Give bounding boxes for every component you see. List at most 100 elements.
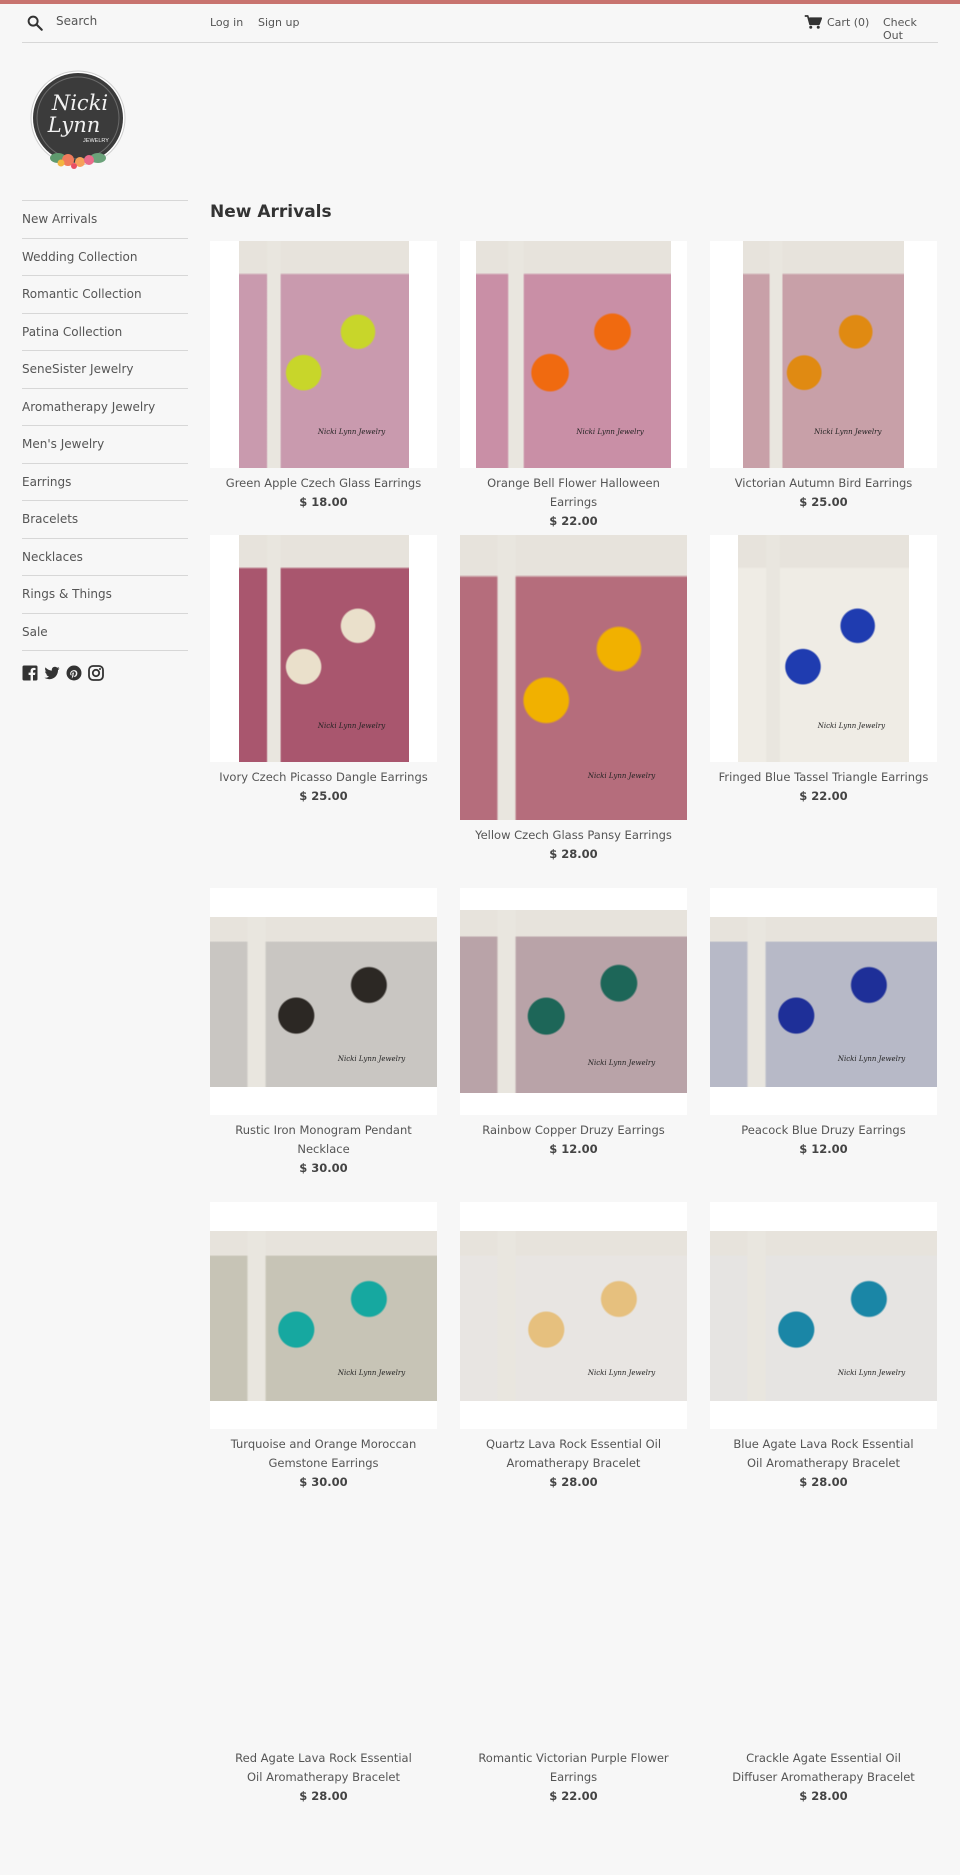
product-image[interactable]: [210, 1516, 437, 1743]
product-title[interactable]: Orange Bell Flower Halloween Earrings: [460, 474, 687, 512]
product-watermark: Nicki Lynn Jewelry: [317, 722, 386, 731]
product-image[interactable]: Nicki Lynn Jewelry: [210, 888, 437, 1115]
product-watermark: Nicki Lynn Jewelry: [337, 1055, 406, 1064]
product-price: $ 22.00: [549, 514, 598, 528]
product-image[interactable]: Nicki Lynn Jewelry: [210, 241, 437, 468]
product-watermark: Nicki Lynn Jewelry: [837, 1055, 906, 1064]
logo-text-3: JEWELRY: [83, 138, 109, 144]
product-price: $ 30.00: [299, 1475, 348, 1489]
signup-link[interactable]: Sign up: [258, 16, 299, 29]
product-title[interactable]: Green Apple Czech Glass Earrings: [210, 474, 437, 493]
store-logo[interactable]: Nicki Lynn JEWELRY: [28, 70, 128, 172]
product-image[interactable]: Nicki Lynn Jewelry: [460, 888, 687, 1115]
product-card[interactable]: Nicki Lynn Jewelry Quartz Lava Rock Essen…: [460, 1202, 687, 1492]
product-title[interactable]: Quartz Lava Rock Essential Oil Aromather…: [460, 1435, 687, 1473]
login-link[interactable]: Log in: [210, 16, 243, 29]
product-photo: Nicki Lynn Jewelry: [210, 1231, 437, 1401]
product-image[interactable]: [710, 1516, 937, 1743]
product-card[interactable]: Nicki Lynn Jewelry Peacock Blue Druzy Ear…: [710, 888, 937, 1159]
product-card[interactable]: Nicki Lynn Jewelry Turquoise and Orange M…: [210, 1202, 437, 1492]
pinterest-icon[interactable]: [66, 665, 82, 681]
product-watermark: Nicki Lynn Jewelry: [587, 772, 656, 781]
twitter-icon[interactable]: [44, 665, 60, 681]
product-price: $ 12.00: [549, 1142, 598, 1156]
product-title[interactable]: Romantic Victorian Purple Flower Earring…: [460, 1749, 687, 1787]
product-photo: Nicki Lynn Jewelry: [460, 1231, 687, 1401]
facebook-icon[interactable]: [22, 665, 38, 681]
product-title[interactable]: Fringed Blue Tassel Triangle Earrings: [710, 768, 937, 787]
product-card[interactable]: Nicki Lynn Jewelry Ivory Czech Picasso Da…: [210, 535, 437, 806]
product-watermark: Nicki Lynn Jewelry: [337, 1369, 406, 1378]
nav-item-sale[interactable]: Sale: [22, 614, 188, 651]
product-card[interactable]: Romantic Victorian Purple Flower Earring…: [460, 1516, 687, 1806]
product-photo: Nicki Lynn Jewelry: [476, 241, 671, 468]
product-photo: Nicki Lynn Jewelry: [460, 910, 687, 1093]
product-title[interactable]: Peacock Blue Druzy Earrings: [710, 1121, 937, 1140]
product-title[interactable]: Rustic Iron Monogram Pendant Necklace: [210, 1121, 437, 1159]
nav-item-mens-jewelry[interactable]: Men's Jewelry: [22, 426, 188, 464]
checkout-link[interactable]: Check Out: [883, 16, 938, 42]
product-photo: Nicki Lynn Jewelry: [460, 535, 687, 820]
product-price: $ 30.00: [299, 1161, 348, 1175]
product-watermark: Nicki Lynn Jewelry: [576, 428, 644, 437]
product-title[interactable]: Red Agate Lava Rock Essential Oil Aromat…: [210, 1749, 437, 1787]
nav-item-romantic-collection[interactable]: Romantic Collection: [22, 276, 188, 314]
nav-item-necklaces[interactable]: Necklaces: [22, 539, 188, 576]
product-photo: Nicki Lynn Jewelry: [210, 917, 437, 1087]
product-image[interactable]: Nicki Lynn Jewelry: [210, 535, 437, 762]
product-card[interactable]: Nicki Lynn Jewelry Blue Agate Lava Rock E…: [710, 1202, 937, 1492]
product-image[interactable]: Nicki Lynn Jewelry: [710, 535, 937, 762]
instagram-icon[interactable]: [88, 665, 104, 681]
cart-icon[interactable]: [804, 14, 822, 30]
product-photo: Nicki Lynn Jewelry: [710, 1231, 937, 1401]
product-price: $ 25.00: [299, 789, 348, 803]
product-card[interactable]: Red Agate Lava Rock Essential Oil Aromat…: [210, 1516, 437, 1806]
product-card[interactable]: Crackle Agate Essential Oil Diffuser Aro…: [710, 1516, 937, 1806]
product-title[interactable]: Turquoise and Orange Moroccan Gemstone E…: [210, 1435, 437, 1473]
product-card[interactable]: Nicki Lynn Jewelry Fringed Blue Tassel Tr…: [710, 535, 937, 806]
product-title[interactable]: Blue Agate Lava Rock Essential Oil Aroma…: [710, 1435, 937, 1473]
product-price: $ 25.00: [799, 495, 848, 509]
nav-item-wedding-collection[interactable]: Wedding Collection: [22, 239, 188, 276]
product-card[interactable]: Nicki Lynn Jewelry Yellow Czech Glass Pan…: [460, 535, 687, 864]
product-image[interactable]: Nicki Lynn Jewelry: [710, 888, 937, 1115]
cart-link[interactable]: Cart (0): [827, 16, 869, 29]
product-card[interactable]: Nicki Lynn Jewelry Green Apple Czech Glas…: [210, 241, 437, 512]
product-image[interactable]: Nicki Lynn Jewelry: [710, 241, 937, 468]
product-title[interactable]: Rainbow Copper Druzy Earrings: [460, 1121, 687, 1140]
product-price: $ 22.00: [799, 789, 848, 803]
product-price: $ 28.00: [799, 1475, 848, 1489]
product-price: $ 28.00: [799, 1789, 848, 1803]
product-title[interactable]: Victorian Autumn Bird Earrings: [710, 474, 937, 493]
nav-item-aromatherapy-jewelry[interactable]: Aromatherapy Jewelry: [22, 389, 188, 426]
product-card[interactable]: Nicki Lynn Jewelry Rustic Iron Monogram P…: [210, 888, 437, 1178]
search-icon[interactable]: [26, 14, 44, 32]
product-image[interactable]: Nicki Lynn Jewelry: [710, 1202, 937, 1429]
nav-item-earrings[interactable]: Earrings: [22, 464, 188, 501]
product-image[interactable]: Nicki Lynn Jewelry: [460, 241, 687, 468]
nav-item-patina-collection[interactable]: Patina Collection: [22, 314, 188, 351]
product-photo: Nicki Lynn Jewelry: [239, 535, 409, 762]
nav-item-rings-things[interactable]: Rings & Things: [22, 576, 188, 614]
product-title[interactable]: Crackle Agate Essential Oil Diffuser Aro…: [710, 1749, 937, 1787]
nav-item-bracelets[interactable]: Bracelets: [22, 501, 188, 539]
product-title[interactable]: Ivory Czech Picasso Dangle Earrings: [210, 768, 437, 787]
product-title[interactable]: Yellow Czech Glass Pansy Earrings: [460, 826, 687, 845]
product-image[interactable]: [460, 1516, 687, 1743]
product-photo: Nicki Lynn Jewelry: [738, 535, 909, 762]
product-image[interactable]: Nicki Lynn Jewelry: [460, 1202, 687, 1429]
product-watermark: Nicki Lynn Jewelry: [587, 1059, 656, 1068]
product-photo: Nicki Lynn Jewelry: [743, 241, 904, 468]
product-price: $ 28.00: [299, 1789, 348, 1803]
product-image[interactable]: Nicki Lynn Jewelry: [460, 535, 687, 820]
nav-item-senesister-jewelry[interactable]: SeneSister Jewelry: [22, 351, 188, 389]
nav-item-new-arrivals[interactable]: New Arrivals: [22, 201, 188, 239]
product-card[interactable]: Nicki Lynn Jewelry Orange Bell Flower Hal…: [460, 241, 687, 531]
product-price: $ 22.00: [549, 1789, 598, 1803]
product-watermark: Nicki Lynn Jewelry: [317, 428, 386, 437]
product-card[interactable]: Nicki Lynn Jewelry Victorian Autumn Bird …: [710, 241, 937, 512]
site-header: Search Log in Sign up Cart (0) Check Out: [22, 4, 938, 43]
product-image[interactable]: Nicki Lynn Jewelry: [210, 1202, 437, 1429]
search-input[interactable]: Search: [56, 14, 97, 28]
product-card[interactable]: Nicki Lynn Jewelry Rainbow Copper Druzy E…: [460, 888, 687, 1159]
